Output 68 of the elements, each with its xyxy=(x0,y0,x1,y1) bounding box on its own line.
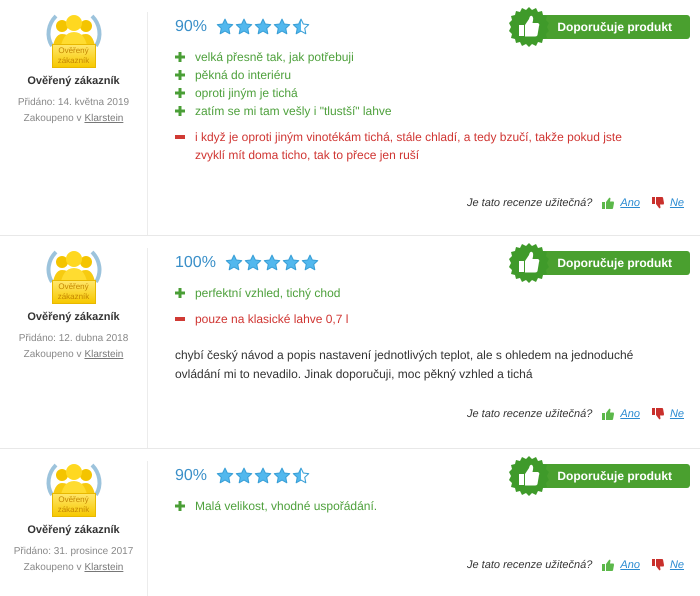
rating-percent: 90% xyxy=(175,467,208,485)
verified-customer-badge: Ověřený zákazník xyxy=(44,461,104,519)
shop-link[interactable]: Klarstein xyxy=(84,562,124,573)
star-icon xyxy=(254,18,272,36)
purchased-label: Zakoupeno v xyxy=(24,113,82,124)
pro-text: zatím se mi tam vešly i "tlustší" lahve xyxy=(195,103,392,120)
helpful-question: Je tato recenze užitečná? xyxy=(467,408,592,420)
star-icon xyxy=(235,467,254,485)
star-icon xyxy=(262,254,281,272)
con-text: i když je oproti jiným vinotékám tichá, stále chladí, a tedy bzučí, takže pokud jste zvyklí mít doma ticho, tak to přece jen ruší xyxy=(195,129,623,164)
star-icon xyxy=(300,254,319,272)
verified-customer-badge: Ověřený zákazník xyxy=(44,248,104,306)
thumbs-up-icon[interactable] xyxy=(602,408,614,420)
plus-icon xyxy=(175,106,185,116)
no-link[interactable]: Ne xyxy=(670,559,684,571)
author-name: Ověřený zákazník xyxy=(27,311,120,323)
star-icon xyxy=(254,467,272,485)
review-comment: chybí český návod a popis nastavení jednotlivých teplot, ale s ohledem na jednoduché ovládání mi to nevadilo. Jinak doporučuji, moc pěkný vzhled a tichá xyxy=(175,347,634,383)
date-added: Přidáno: 31. prosince 2017 xyxy=(14,546,134,557)
star-icon xyxy=(235,18,254,36)
helpful-question: Je tato recenze užitečná? xyxy=(467,559,592,571)
star-icon xyxy=(216,467,234,485)
author-name: Ověřený zákazník xyxy=(27,524,120,536)
minus-icon xyxy=(175,135,185,139)
pro-text: perfektní vzhled, tichý chod xyxy=(195,285,340,302)
date-added: Přidáno: 12. dubna 2018 xyxy=(18,333,128,344)
yes-link[interactable]: Ano xyxy=(620,197,640,209)
star-icon xyxy=(282,254,300,272)
star-icon xyxy=(292,467,310,485)
star-icon xyxy=(224,254,243,272)
recommend-label: Doporučuje produkt xyxy=(557,20,672,34)
pro-text: velká přesně tak, jak potřebuji xyxy=(195,49,354,66)
rating-percent: 90% xyxy=(175,18,208,36)
plus-icon xyxy=(175,288,185,298)
pro-text: oproti jiným je tichá xyxy=(195,85,298,102)
plus-icon xyxy=(175,501,185,511)
pro-text: pěkná do interiéru xyxy=(195,67,292,84)
date-added: Přidáno: 14. května 2019 xyxy=(18,97,130,108)
star-icon xyxy=(273,18,292,36)
thumbs-up-icon[interactable] xyxy=(602,197,614,209)
shop-link[interactable]: Klarstein xyxy=(84,113,124,124)
purchased-label: Zakoupeno v xyxy=(24,562,82,573)
con-text: pouze na klasické lahve 0,7 l xyxy=(195,311,348,328)
yes-link[interactable]: Ano xyxy=(620,559,640,571)
plus-icon xyxy=(175,88,185,98)
star-icon xyxy=(244,254,262,272)
no-link[interactable]: Ne xyxy=(670,408,684,420)
thumbs-down-icon[interactable] xyxy=(652,197,664,209)
plus-icon xyxy=(175,52,185,62)
star-icon xyxy=(216,18,234,36)
minus-icon xyxy=(175,317,185,321)
star-icon xyxy=(273,467,292,485)
plus-icon xyxy=(175,70,185,80)
author-name: Ověřený zákazník xyxy=(27,75,120,87)
star-icon xyxy=(292,18,310,36)
no-link[interactable]: Ne xyxy=(670,197,684,209)
rating-percent: 100% xyxy=(175,254,216,272)
purchased-label: Zakoupeno v xyxy=(24,349,82,360)
pro-text: Malá velikost, vhodné uspořádání. xyxy=(195,498,378,515)
helpful-question: Je tato recenze užitečná? xyxy=(467,197,592,209)
recommend-label: Doporučuje produkt xyxy=(557,256,672,270)
verified-customer-badge: Ověřený zákazník xyxy=(44,12,104,70)
thumbs-down-icon[interactable] xyxy=(652,408,664,420)
shop-link[interactable]: Klarstein xyxy=(84,349,124,360)
thumbs-up-icon[interactable] xyxy=(602,559,614,571)
recommend-label: Doporučuje produkt xyxy=(557,469,672,483)
yes-link[interactable]: Ano xyxy=(620,408,640,420)
thumbs-down-icon[interactable] xyxy=(652,559,664,571)
